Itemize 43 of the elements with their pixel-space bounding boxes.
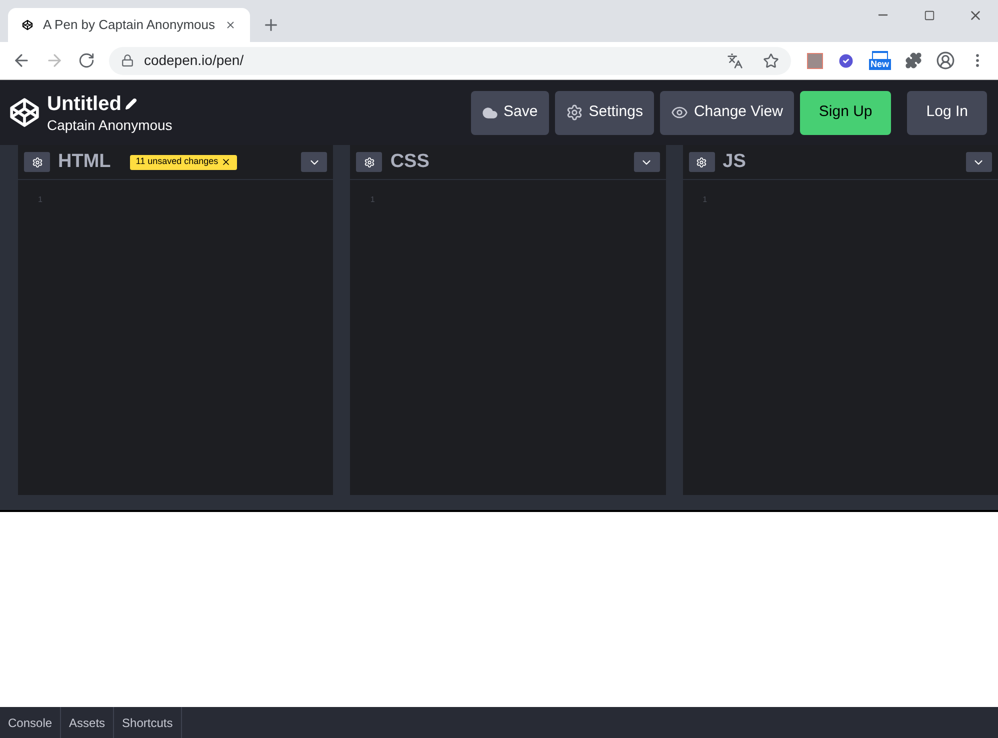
tab-title: A Pen by Captain Anonymous	[42, 16, 215, 34]
codepen-logo-icon	[9, 97, 40, 128]
collapse-button[interactable]	[301, 152, 328, 172]
login-button[interactable]: Log In	[907, 90, 987, 134]
bookmark-star-icon[interactable]	[762, 52, 779, 68]
settings-button[interactable]: Settings	[554, 90, 654, 134]
codepen-logo-icon	[22, 18, 33, 32]
extensions-icon[interactable]	[905, 52, 922, 69]
url-text: codepen.io/pen/	[144, 51, 245, 70]
footer-tab[interactable]: Console	[0, 707, 62, 738]
save-button[interactable]: Save	[470, 90, 549, 134]
editor-settings-button[interactable]	[356, 152, 382, 172]
collapse-button[interactable]	[966, 152, 992, 172]
footer-tab[interactable]: Assets	[61, 707, 114, 738]
maximize-icon[interactable]	[924, 10, 934, 20]
author-name: Captain Anonymous	[47, 116, 172, 134]
unsaved-changes-badge[interactable]: 11 unsaved changes	[130, 154, 238, 170]
view-button[interactable]: Change View	[660, 90, 794, 134]
cloud-icon	[482, 104, 498, 120]
browser-tab[interactable]: A Pen by Captain Anonymous	[8, 8, 250, 42]
editor-title: HTML	[58, 150, 111, 174]
signup-button[interactable]: Sign Up	[800, 90, 892, 134]
gear-icon	[32, 156, 42, 168]
translate-icon[interactable]	[726, 52, 743, 68]
lock-icon	[120, 54, 134, 67]
new-badge: New	[868, 59, 892, 70]
gear-icon	[696, 156, 708, 168]
pencil-icon[interactable]	[125, 98, 138, 110]
pen-title[interactable]: Untitled	[47, 92, 122, 116]
editor-title: CSS	[390, 150, 430, 174]
editor-title: JS	[722, 150, 746, 174]
profile-icon[interactable]	[936, 51, 955, 70]
settings-icon	[566, 104, 583, 121]
editor-settings-button[interactable]	[24, 152, 50, 172]
collapse-button[interactable]	[634, 152, 660, 172]
check-extension-icon[interactable]	[836, 52, 854, 70]
reload-icon[interactable]	[78, 52, 95, 69]
footer-tab[interactable]: Shortcuts	[114, 707, 182, 738]
editor-settings-button[interactable]	[688, 152, 715, 172]
new-tab-icon[interactable]	[262, 16, 280, 34]
eye-icon	[670, 104, 688, 121]
gear-icon	[364, 156, 375, 168]
address-bar[interactable]: codepen.io/pen/	[108, 46, 791, 74]
